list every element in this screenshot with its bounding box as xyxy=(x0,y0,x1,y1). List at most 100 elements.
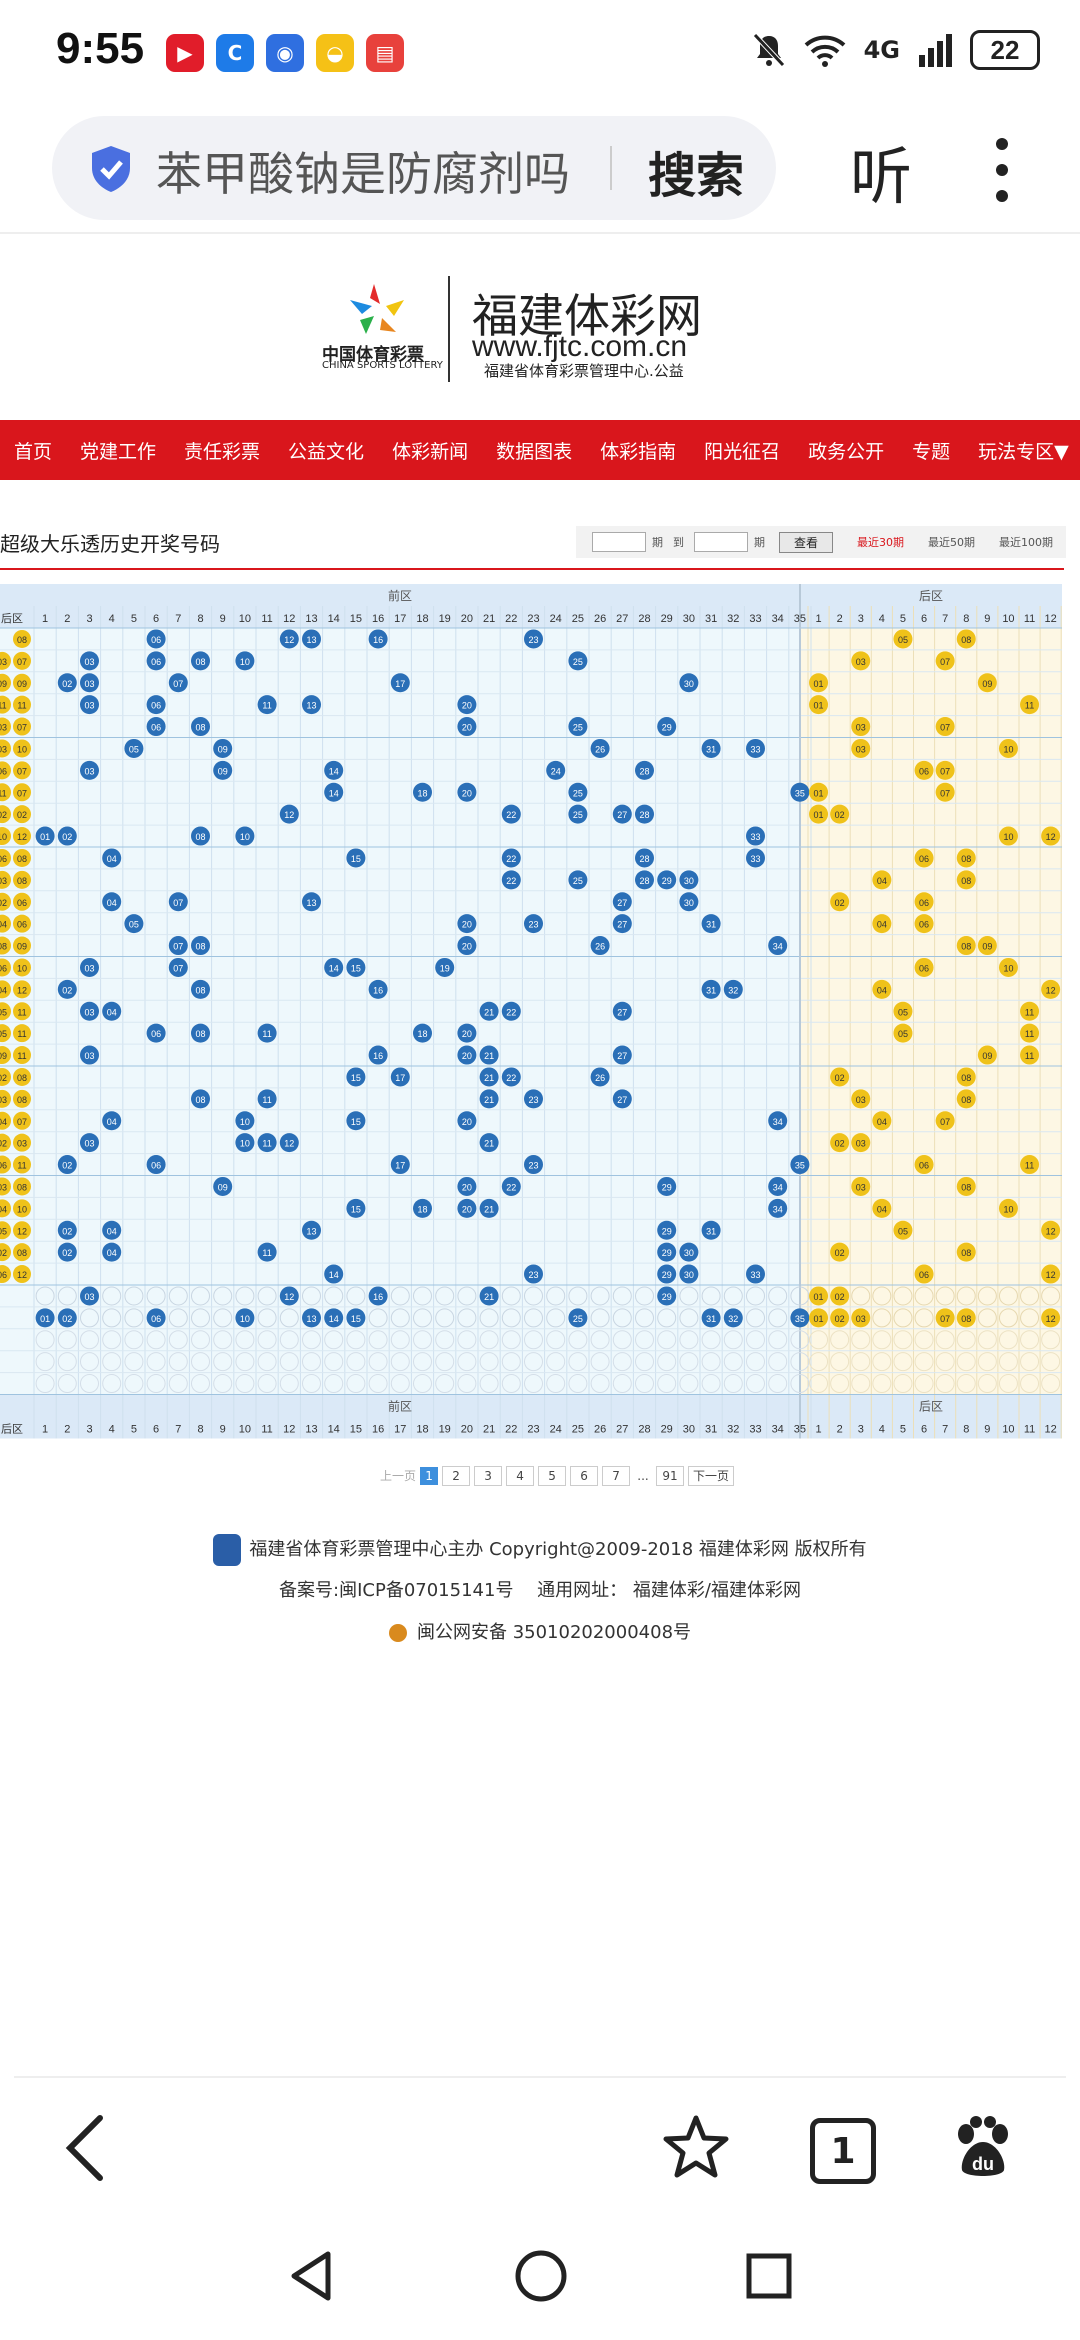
nav-home-icon[interactable] xyxy=(514,2248,568,2304)
back-zone-label: 后区 xyxy=(919,1400,943,1414)
front-column-label: 27 xyxy=(616,613,628,625)
back-column-label: 3 xyxy=(858,613,864,625)
left-back-ball-label: 06 xyxy=(17,898,27,908)
left-back-ball-label: 03 xyxy=(0,1182,7,1192)
front-ball-label: 05 xyxy=(129,744,139,754)
front-ball-label: 04 xyxy=(107,1248,117,1258)
pagination: 上一页 1 2 3 4 5 6 7 ... 91 下一页 xyxy=(380,1466,735,1486)
front-ball-label: 16 xyxy=(373,1051,383,1061)
left-back-ball-label: 06 xyxy=(0,1161,7,1171)
front-ball-label: 12 xyxy=(284,635,294,645)
front-ball-label: 22 xyxy=(506,1073,516,1083)
nav-back-icon[interactable] xyxy=(286,2248,336,2304)
svg-text:du: du xyxy=(972,2154,994,2174)
baidu-paw-icon[interactable]: du xyxy=(952,2116,1014,2180)
page-link[interactable]: 7 xyxy=(602,1466,631,1486)
front-ball-label: 32 xyxy=(728,1314,738,1324)
front-ball-label: 06 xyxy=(151,1029,161,1039)
back-zone-label: 后区 xyxy=(919,589,943,603)
footer-police-text: 闽公网安备 35010202000408号 xyxy=(416,1622,692,1643)
front-column-label: 12 xyxy=(283,613,295,625)
nav-recents-icon[interactable] xyxy=(744,2248,794,2304)
front-column-label: 26 xyxy=(594,1424,606,1436)
front-ball-label: 12 xyxy=(284,1292,294,1302)
page-link[interactable]: 6 xyxy=(570,1466,599,1486)
front-ball-label: 16 xyxy=(373,635,383,645)
front-ball-label: 14 xyxy=(329,766,339,776)
front-column-label: 14 xyxy=(328,613,340,625)
page-link[interactable]: 4 xyxy=(506,1466,535,1486)
front-column-label: 21 xyxy=(483,1424,495,1436)
left-back-ball-label: 11 xyxy=(17,1029,26,1039)
last-page-link[interactable]: 91 xyxy=(656,1466,685,1486)
back-ball-label: 04 xyxy=(877,876,887,886)
back-ball-label: 07 xyxy=(940,1117,950,1127)
front-column-label: 15 xyxy=(350,1424,362,1436)
left-back-ball-label: 12 xyxy=(17,1226,27,1236)
back-ball-label: 02 xyxy=(835,1314,845,1324)
prev-page-link[interactable]: 上一页 xyxy=(380,1467,416,1485)
left-back-ball-label: 03 xyxy=(17,1139,27,1149)
front-ball-label: 09 xyxy=(218,766,228,776)
back-ball-label: 10 xyxy=(1003,963,1013,973)
front-ball-label: 26 xyxy=(595,942,605,952)
front-column-label: 16 xyxy=(372,1424,384,1436)
next-page-link[interactable]: 下一页 xyxy=(688,1466,735,1486)
front-column-label: 30 xyxy=(683,1424,695,1436)
tabs-button[interactable]: 1 xyxy=(810,2118,876,2184)
front-column-label: 24 xyxy=(550,613,562,625)
front-ball-label: 06 xyxy=(151,723,161,733)
front-column-label: 20 xyxy=(461,613,473,625)
front-ball-label: 01 xyxy=(40,1314,50,1324)
front-ball-label: 03 xyxy=(84,1292,94,1302)
back-column-label: 4 xyxy=(879,1424,885,1436)
page-link[interactable]: 2 xyxy=(442,1466,471,1486)
front-ball-label: 21 xyxy=(484,1051,494,1061)
left-back-ball-label: 09 xyxy=(17,942,27,952)
front-ball-label: 11 xyxy=(262,1248,271,1258)
left-back-ball-label: 08 xyxy=(17,854,27,864)
front-ball-label: 20 xyxy=(462,920,472,930)
front-column-label: 13 xyxy=(305,1424,317,1436)
back-ball-label: 02 xyxy=(835,1073,845,1083)
left-back-ball-label: 03 xyxy=(0,723,7,733)
front-column-label: 2 xyxy=(64,613,70,625)
back-column-label: 7 xyxy=(942,1424,948,1436)
front-ball-label: 24 xyxy=(551,766,561,776)
front-ball-label: 13 xyxy=(306,1314,316,1324)
page-link[interactable]: 5 xyxy=(538,1466,567,1486)
left-back-ball-label: 03 xyxy=(0,876,7,886)
front-ball-label: 08 xyxy=(195,723,205,733)
front-ball-label: 17 xyxy=(395,679,405,689)
front-ball-label: 33 xyxy=(750,1270,760,1280)
front-ball-label: 21 xyxy=(484,1204,494,1214)
back-ball-label: 02 xyxy=(835,810,845,820)
back-arrow-icon[interactable] xyxy=(60,2112,110,2184)
front-column-label: 9 xyxy=(220,613,226,625)
back-column-label: 9 xyxy=(984,1424,990,1436)
back-ball-label: 12 xyxy=(1046,1270,1056,1280)
left-back-ball-label: 08 xyxy=(17,1182,27,1192)
back-ball-label: 01 xyxy=(814,1292,824,1302)
front-ball-label: 03 xyxy=(84,766,94,776)
front-ball-label: 32 xyxy=(728,985,738,995)
back-ball-label: 11 xyxy=(1025,701,1034,711)
back-ball-label: 05 xyxy=(898,635,908,645)
front-ball-label: 21 xyxy=(484,1292,494,1302)
left-back-ball-label: 11 xyxy=(17,1007,26,1017)
front-column-label: 18 xyxy=(416,1424,428,1436)
star-icon[interactable] xyxy=(662,2114,730,2180)
back-ball-label: 01 xyxy=(814,788,824,798)
page-link[interactable]: 1 xyxy=(420,1467,439,1485)
back-ball-label: 09 xyxy=(982,1051,992,1061)
front-column-label: 30 xyxy=(683,613,695,625)
front-ball-label: 27 xyxy=(617,1051,627,1061)
front-ball-label: 28 xyxy=(639,854,649,864)
left-back-ball-label: 02 xyxy=(0,810,7,820)
front-ball-label: 04 xyxy=(107,898,117,908)
front-ball-label: 10 xyxy=(240,1314,250,1324)
front-ball-label: 01 xyxy=(40,832,50,842)
front-column-label: 24 xyxy=(550,1424,562,1436)
page-link[interactable]: 3 xyxy=(474,1466,503,1486)
back-ball-label: 12 xyxy=(1046,1226,1056,1236)
